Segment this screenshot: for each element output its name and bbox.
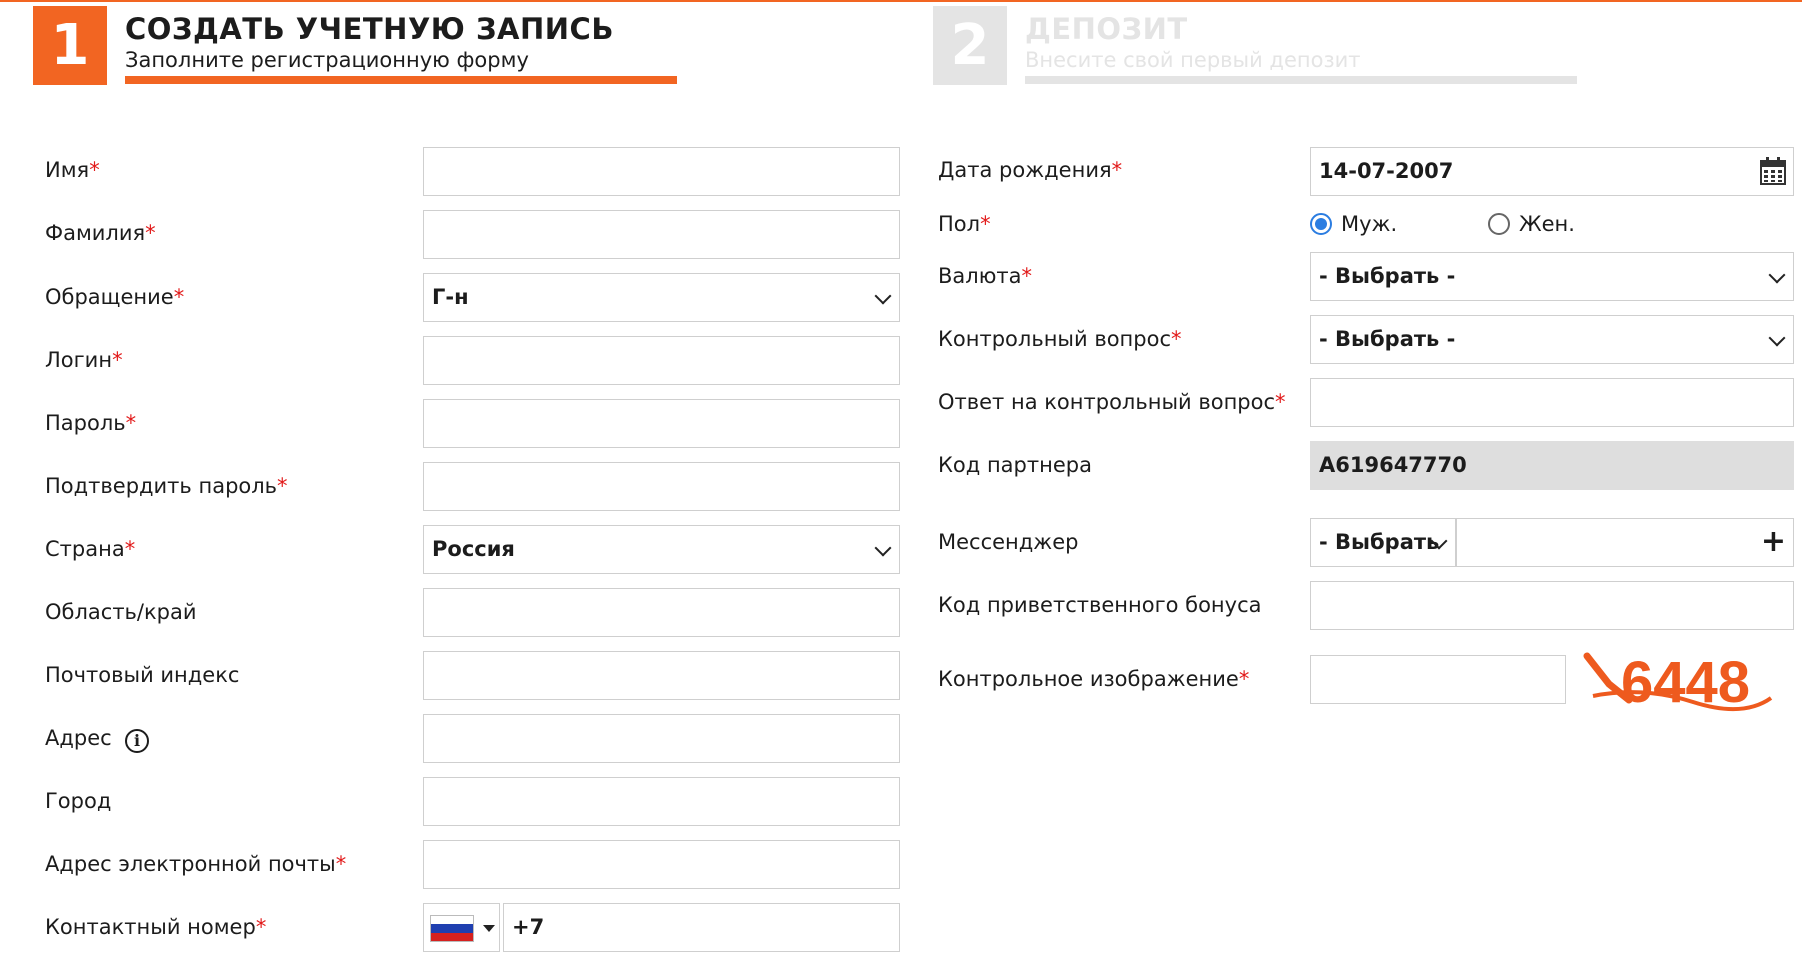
messenger-contact-input[interactable]: + bbox=[1456, 518, 1794, 567]
gender-female-radio[interactable] bbox=[1488, 213, 1510, 235]
login-input[interactable] bbox=[423, 336, 900, 385]
email-label: Адрес электронной почты* bbox=[45, 852, 347, 876]
confirm-password-input[interactable] bbox=[423, 462, 900, 511]
phone-country-select[interactable] bbox=[423, 903, 500, 952]
password-label: Пароль* bbox=[45, 411, 137, 435]
currency-label: Валюта* bbox=[938, 264, 1032, 288]
captcha-input[interactable] bbox=[1310, 655, 1566, 704]
bonus-code-label: Код приветственного бонуса bbox=[938, 593, 1262, 617]
step-1-subtitle: Заполните регистрационную форму bbox=[125, 48, 529, 72]
city-label: Город bbox=[45, 789, 112, 813]
russia-flag-icon bbox=[430, 915, 474, 942]
security-question-select[interactable]: - Выбрать - bbox=[1310, 315, 1794, 364]
top-accent-line bbox=[0, 0, 1802, 2]
gender-male-label: Муж. bbox=[1341, 212, 1398, 236]
step-1-number: 1 bbox=[33, 6, 107, 85]
gender-female-label: Жен. bbox=[1519, 212, 1575, 236]
salutation-select[interactable]: Г-н bbox=[423, 273, 900, 322]
step-2-title: ДЕПОЗИТ bbox=[1025, 12, 1188, 46]
security-answer-input[interactable] bbox=[1310, 378, 1794, 427]
security-answer-label: Ответ на контрольный вопрос* bbox=[938, 390, 1286, 414]
salutation-label: Обращение* bbox=[45, 285, 185, 309]
region-input[interactable] bbox=[423, 588, 900, 637]
postal-code-input[interactable] bbox=[423, 651, 900, 700]
currency-select[interactable]: - Выбрать - bbox=[1310, 252, 1794, 301]
captcha-image-text: 6448 bbox=[1621, 650, 1750, 715]
last-name-input[interactable] bbox=[423, 210, 900, 259]
chevron-down-icon bbox=[1768, 266, 1786, 284]
messenger-select[interactable]: - Выбрать bbox=[1310, 518, 1456, 567]
country-select[interactable]: Россия bbox=[423, 525, 900, 574]
step-1-title: СОЗДАТЬ УЧЕТНУЮ ЗАПИСЬ bbox=[125, 12, 614, 46]
country-label: Страна* bbox=[45, 537, 136, 561]
postal-code-label: Почтовый индекс bbox=[45, 663, 240, 687]
step-1-progress-bar bbox=[125, 76, 677, 84]
info-icon[interactable]: i bbox=[125, 729, 149, 753]
messenger-label: Мессенджер bbox=[938, 530, 1079, 554]
phone-number-input[interactable]: +7 bbox=[503, 903, 900, 952]
chevron-down-icon bbox=[1768, 329, 1786, 347]
confirm-password-label: Подтвердить пароль* bbox=[45, 474, 288, 498]
region-label: Область/край bbox=[45, 600, 197, 624]
plus-icon[interactable]: + bbox=[1761, 519, 1786, 564]
last-name-label: Фамилия* bbox=[45, 221, 156, 245]
chevron-down-icon bbox=[874, 287, 892, 305]
email-input[interactable] bbox=[423, 840, 900, 889]
city-input[interactable] bbox=[423, 777, 900, 826]
captcha-label: Контрольное изображение* bbox=[938, 667, 1250, 691]
step-2-progress-bar bbox=[1025, 76, 1577, 84]
calendar-icon[interactable] bbox=[1760, 157, 1786, 185]
birth-date-input[interactable]: 14-07-2007 bbox=[1310, 147, 1794, 196]
login-label: Логин* bbox=[45, 348, 123, 372]
password-input[interactable] bbox=[423, 399, 900, 448]
phone-label: Контактный номер* bbox=[45, 915, 267, 939]
gender-male-radio[interactable] bbox=[1310, 213, 1332, 235]
chevron-down-icon bbox=[874, 539, 892, 557]
address-input[interactable] bbox=[423, 714, 900, 763]
first-name-label: Имя* bbox=[45, 158, 100, 182]
security-question-label: Контрольный вопрос* bbox=[938, 327, 1182, 351]
captcha-image: 6448 bbox=[1583, 650, 1773, 715]
step-2-number: 2 bbox=[933, 6, 1007, 85]
caret-down-icon bbox=[483, 925, 495, 932]
partner-code-label: Код партнера bbox=[938, 453, 1092, 477]
step-2-subtitle: Внесите свой первый депозит bbox=[1025, 48, 1361, 72]
birth-date-label: Дата рождения* bbox=[938, 158, 1123, 182]
address-label: Адрес bbox=[45, 726, 112, 750]
gender-label: Пол* bbox=[938, 212, 991, 236]
partner-code-input: A619647770 bbox=[1310, 441, 1794, 490]
bonus-code-input[interactable] bbox=[1310, 581, 1794, 630]
first-name-input[interactable] bbox=[423, 147, 900, 196]
